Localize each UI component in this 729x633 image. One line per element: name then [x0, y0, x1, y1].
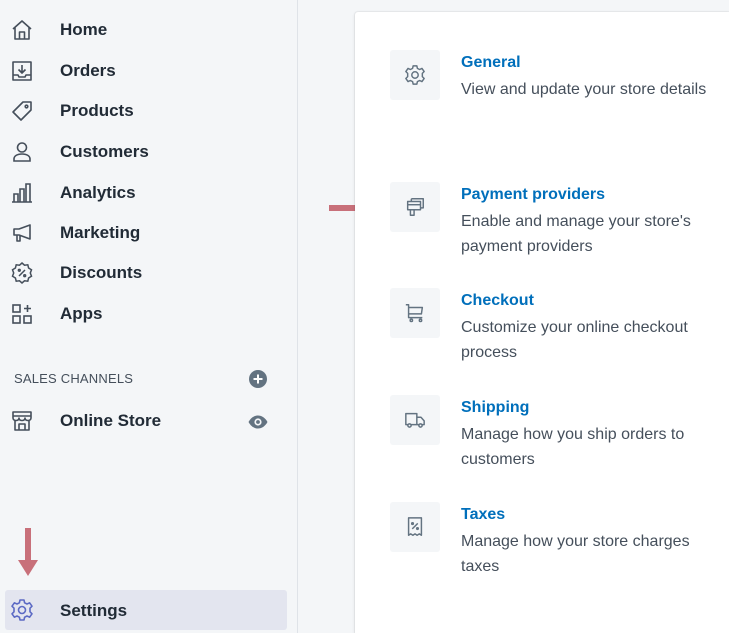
cart-icon	[390, 288, 440, 338]
home-icon	[9, 17, 35, 43]
setting-description: Enable and manage your store's payment p…	[461, 213, 691, 255]
setting-title[interactable]: Shipping	[461, 398, 529, 418]
annotation-arrow-down-icon	[18, 528, 38, 578]
settings-card: General View and update your store detai…	[355, 12, 729, 633]
apps-icon	[9, 301, 35, 327]
truck-icon	[390, 395, 440, 445]
sidebar-item-label: Settings	[60, 601, 128, 620]
setting-description: Manage how you ship orders to customers	[461, 426, 685, 468]
sidebar-item-analytics[interactable]: Analytics	[0, 175, 298, 211]
sidebar-item-label: Analytics	[60, 183, 136, 202]
sidebar-item-label: Apps	[60, 304, 103, 323]
customers-icon	[9, 139, 35, 165]
sidebar-item-label: Products	[60, 101, 134, 120]
receipt-icon	[390, 502, 440, 552]
gear-icon	[9, 597, 35, 623]
sidebar-item-customers[interactable]: Customers	[0, 134, 298, 170]
products-icon	[9, 98, 35, 124]
sidebar: Home Orders Products Customers Analytics…	[0, 0, 298, 633]
payment-icon	[390, 182, 440, 232]
setting-title[interactable]: Payment providers	[461, 185, 605, 205]
sidebar-item-orders[interactable]: Orders	[0, 53, 298, 89]
setting-description: Customize your online checkout process	[461, 319, 688, 361]
orders-icon	[9, 58, 35, 84]
sidebar-item-label: Orders	[60, 61, 116, 80]
add-sales-channel-icon[interactable]	[248, 369, 268, 389]
setting-description: Manage how your store charges taxes	[461, 533, 690, 575]
setting-title[interactable]: Checkout	[461, 291, 534, 311]
gear-icon	[390, 50, 440, 100]
marketing-icon	[9, 220, 35, 246]
sidebar-item-apps[interactable]: Apps	[0, 296, 298, 332]
sidebar-item-label: Marketing	[60, 223, 141, 242]
setting-title[interactable]: Taxes	[461, 505, 505, 525]
sidebar-item-marketing[interactable]: Marketing	[0, 215, 298, 251]
sidebar-item-discounts[interactable]: Discounts	[0, 255, 298, 291]
eye-icon[interactable]	[247, 411, 269, 433]
sidebar-item-label: Discounts	[60, 263, 143, 282]
sidebar-item-settings[interactable]: Settings	[5, 590, 287, 630]
sidebar-item-label: Online Store	[60, 411, 162, 430]
analytics-icon	[9, 180, 35, 206]
sales-channels-header: SALES CHANNELS	[14, 371, 134, 386]
sidebar-item-label: Customers	[60, 142, 149, 161]
setting-title[interactable]: General	[461, 53, 521, 73]
setting-description: View and update your store details	[461, 81, 707, 98]
store-icon	[9, 408, 35, 434]
discounts-icon	[9, 260, 35, 286]
sidebar-item-home[interactable]: Home	[0, 12, 298, 48]
sidebar-item-products[interactable]: Products	[0, 93, 298, 129]
sidebar-item-label: Home	[60, 20, 108, 39]
